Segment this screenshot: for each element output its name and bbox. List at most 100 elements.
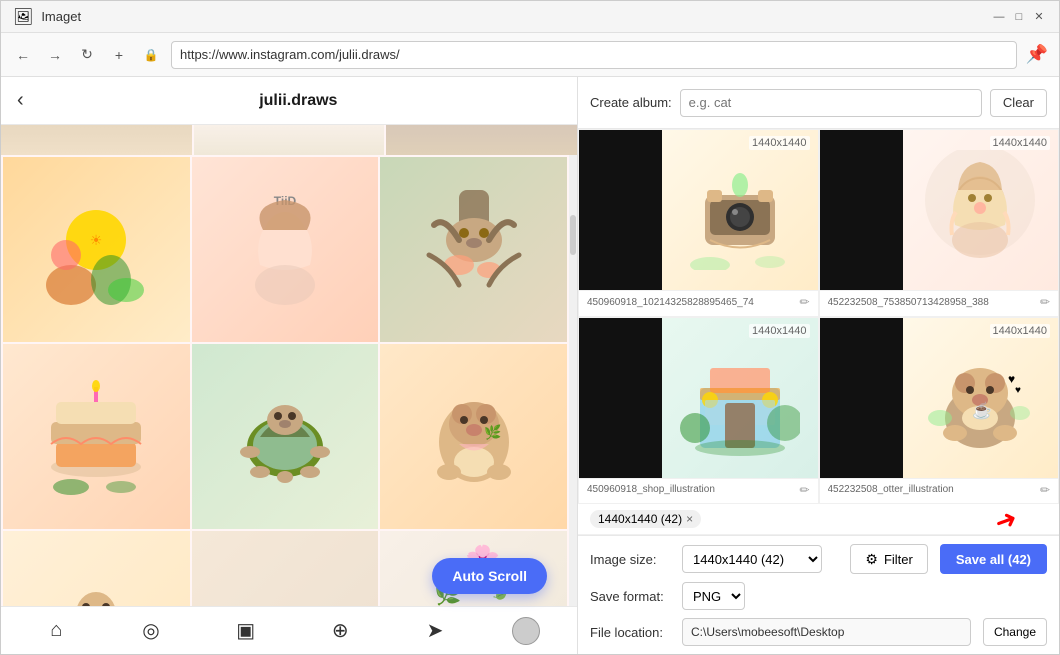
save-format-row: Save format: PNG [590, 582, 1047, 610]
edit-icon-3[interactable]: ✏ [799, 483, 809, 497]
file-location-label: File location: [590, 625, 670, 640]
clear-button[interactable]: Clear [990, 89, 1047, 117]
image-dimensions-2: 1440x1440 [990, 136, 1050, 150]
ig-scroll-thumb[interactable] [570, 215, 576, 255]
minimize-button[interactable]: — [991, 9, 1007, 25]
image-card-2: 1440x1440 [819, 129, 1060, 317]
address-bar-input[interactable] [171, 41, 1017, 69]
tag-label: 1440x1440 (42) [598, 512, 682, 526]
image-filename-2: 452232508_753850713428958_388 [828, 297, 1036, 308]
ig-username: julii.draws [36, 92, 561, 110]
refresh-button[interactable]: ↻ [75, 43, 99, 67]
list-item [380, 157, 567, 342]
image-black-bar-1 [579, 130, 662, 290]
image-name-row-4: 452232508_otter_illustration ✏ [820, 478, 1059, 501]
window-controls: — □ ✕ [991, 9, 1047, 25]
maximize-button[interactable]: □ [1011, 9, 1027, 25]
edit-icon-4[interactable]: ✏ [1040, 483, 1050, 497]
forward-button[interactable]: → [43, 43, 67, 67]
save-all-button[interactable]: Save all (42) [940, 544, 1047, 574]
image-dimensions-3: 1440x1440 [749, 324, 809, 338]
instagram-panel: ‹ julii.draws ☀ [1, 77, 578, 654]
list-item: 🌿 [380, 344, 567, 529]
tag-close-button[interactable]: × [686, 512, 693, 526]
app-window: 🖼 Imaget — □ ✕ ← → ↻ + 🔒 📌 ‹ julii.draws [0, 0, 1060, 655]
image-card-4: 1440x1440 [819, 317, 1060, 505]
image-illustration-2 [903, 130, 1058, 290]
album-label: Create album: [590, 95, 672, 110]
back-button[interactable]: ← [11, 43, 35, 67]
ig-add-button[interactable]: ⊕ [322, 613, 358, 649]
ig-send-button[interactable]: ➤ [417, 613, 453, 649]
save-format-select[interactable]: PNG [682, 582, 745, 610]
image-black-bar-3 [579, 318, 662, 478]
ig-partial-row [1, 125, 577, 155]
tag-bar: 1440x1440 (42) × [578, 504, 1059, 535]
ig-grid-wrapper: ☀ TiiD [1, 155, 577, 606]
image-card-3: 1440x1440 [578, 317, 819, 505]
filter-icon: ⚙ [865, 551, 878, 568]
image-filename-4: 452232508_otter_illustration [828, 484, 1036, 495]
save-format-label: Save format: [590, 589, 670, 604]
bookmark-icon[interactable]: 📌 [1025, 43, 1049, 67]
image-dimensions-1: 1440x1440 [749, 136, 809, 150]
image-illustration-4: ☕ ♥ ♥ [903, 318, 1058, 478]
new-tab-button[interactable]: + [107, 43, 131, 67]
change-button[interactable]: Change [983, 618, 1047, 646]
image-preview-4: ☕ ♥ ♥ [820, 318, 1059, 478]
address-icon: 🔒 [139, 43, 163, 67]
list-item: 🌿 🌸 🍃 [192, 531, 379, 606]
image-preview-3 [579, 318, 818, 478]
svg-text:♥: ♥ [1008, 372, 1015, 386]
image-preview-1 [579, 130, 818, 290]
ig-profile-avatar[interactable] [512, 617, 540, 645]
ig-image-grid[interactable]: ☀ TiiD [1, 155, 569, 606]
image-black-bar-4 [820, 318, 903, 478]
image-name-row-1: 450960918_10214325828895465_74 ✏ [579, 290, 818, 313]
image-preview-2 [820, 130, 1059, 290]
image-illustration-3 [662, 318, 817, 478]
file-location-input[interactable] [682, 618, 971, 646]
main-area: ‹ julii.draws ☀ [1, 77, 1059, 654]
svg-text:♥: ♥ [1015, 385, 1021, 396]
imaget-panel: Create album: Clear 1440x1440 [578, 77, 1059, 654]
image-card-1: 1440x1440 [578, 129, 819, 317]
image-filename-3: 450960918_shop_illustration [587, 484, 795, 495]
edit-icon-2[interactable]: ✏ [1040, 295, 1050, 309]
list-item: ☀ [3, 157, 190, 342]
auto-scroll-button[interactable]: Auto Scroll [432, 558, 547, 594]
album-bar: Create album: Clear [578, 77, 1059, 129]
image-dimensions-4: 1440x1440 [990, 324, 1050, 338]
image-filename-1: 450960918_10214325828895465_74 [587, 297, 795, 308]
edit-icon-1[interactable]: ✏ [799, 295, 809, 309]
image-size-row: Image size: 1440x1440 (42) ⚙ Filter Save… [590, 544, 1047, 574]
bottom-controls: Image size: 1440x1440 (42) ⚙ Filter Save… [578, 535, 1059, 654]
image-grid: 1440x1440 [578, 129, 1059, 504]
image-name-row-2: 452232508_753850713428958_388 ✏ [820, 290, 1059, 313]
svg-text:🌿: 🌿 [484, 424, 501, 441]
ig-reels-button[interactable]: ▣ [228, 613, 264, 649]
app-icon: 🖼 [13, 7, 33, 27]
image-grid-container: 1440x1440 [578, 129, 1059, 504]
tag-item: 1440x1440 (42) × [590, 510, 701, 528]
filter-button[interactable]: ⚙ Filter [850, 544, 927, 574]
list-item [3, 344, 190, 529]
title-bar: 🖼 Imaget — □ ✕ [1, 1, 1059, 33]
list-item [192, 344, 379, 529]
image-size-label: Image size: [590, 552, 670, 567]
ig-home-button[interactable]: ⌂ [38, 613, 74, 649]
filter-label: Filter [884, 552, 913, 567]
ig-bottom-nav: ⌂ ◎ ▣ ⊕ ➤ [1, 606, 577, 654]
ig-scrollbar[interactable] [569, 155, 577, 606]
svg-text:☕: ☕ [972, 401, 992, 420]
ig-back-button[interactable]: ‹ [17, 89, 24, 112]
list-item: TiiD [192, 157, 379, 342]
file-location-row: File location: Change [590, 618, 1047, 646]
svg-text:☀: ☀ [90, 232, 103, 248]
close-button[interactable]: ✕ [1031, 9, 1047, 25]
app-title: Imaget [41, 9, 983, 24]
image-size-select[interactable]: 1440x1440 (42) [682, 545, 822, 573]
list-item: 🌸 [3, 531, 190, 606]
album-input[interactable] [680, 89, 982, 117]
ig-explore-button[interactable]: ◎ [133, 613, 169, 649]
